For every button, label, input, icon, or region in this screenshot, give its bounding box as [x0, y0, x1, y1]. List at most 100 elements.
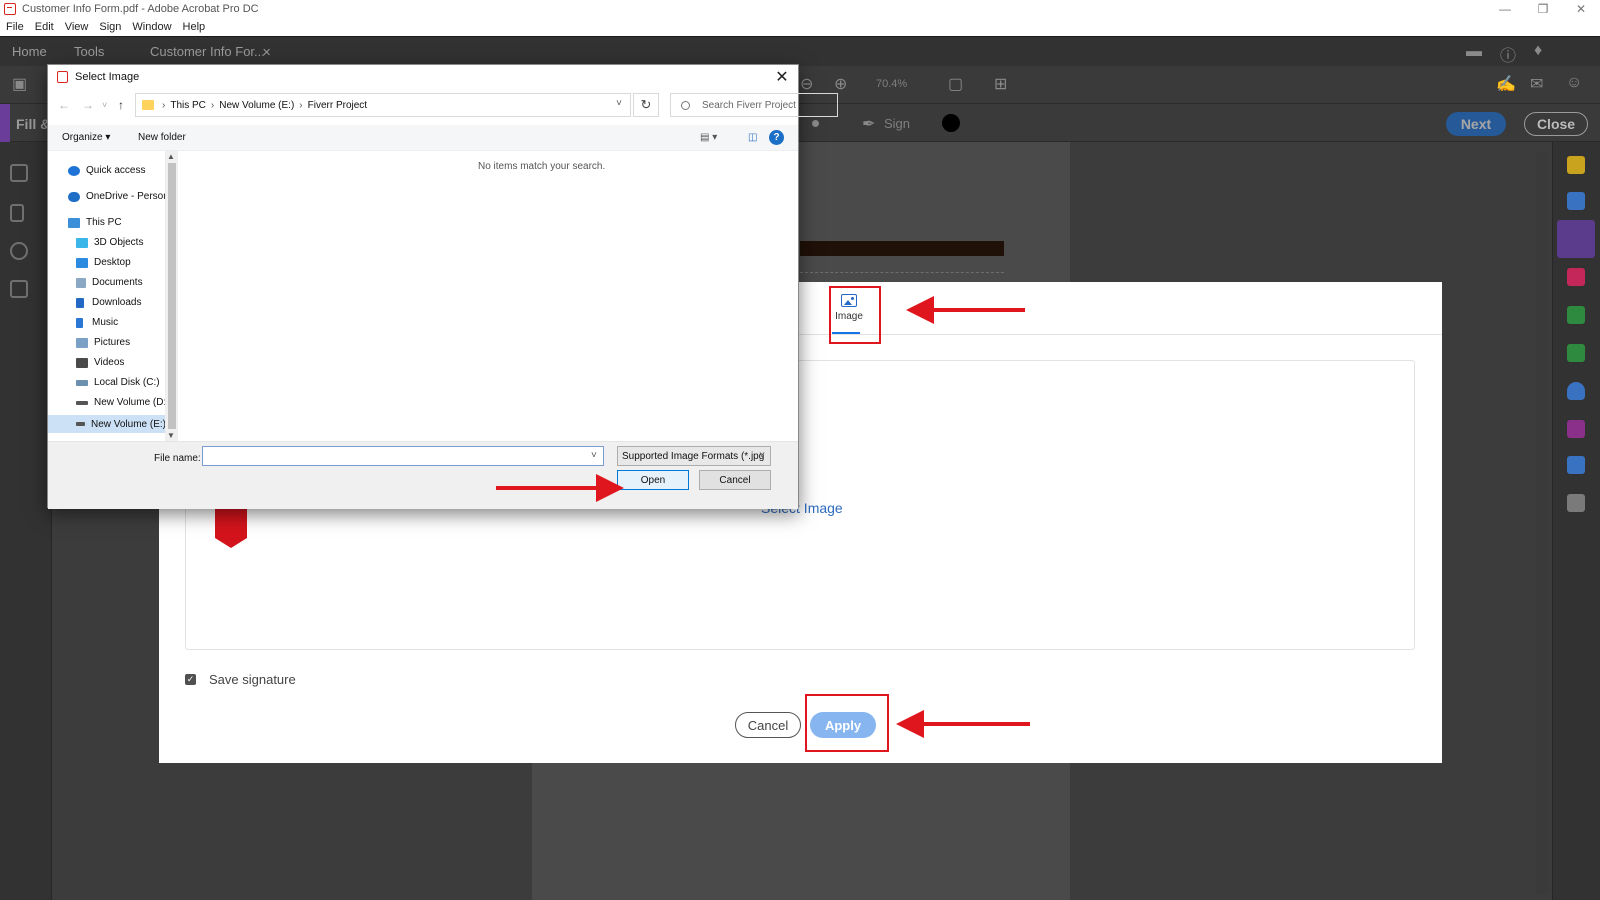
nav-desktop[interactable]: Desktop [76, 257, 131, 268]
file-name-input[interactable] [202, 446, 604, 466]
file-name-dropdown-icon[interactable]: ˅ [591, 450, 597, 461]
nav-quick-access[interactable]: Quick access [68, 165, 145, 176]
nav-onedrive[interactable]: OneDrive - Personal [68, 191, 165, 202]
fill-sign-tool-icon[interactable] [1557, 220, 1595, 258]
zoom-out-icon[interactable]: ⊖ [800, 74, 813, 94]
back-arrow-icon[interactable]: ← [58, 98, 70, 112]
recent-locations-icon[interactable]: ˅ [102, 100, 107, 110]
sign-tool-label[interactable]: Sign [884, 116, 910, 131]
up-arrow-icon[interactable]: ↑ [118, 98, 124, 112]
refresh-icon[interactable]: ↻ [633, 93, 659, 117]
bell-icon[interactable]: ♦ [1534, 42, 1542, 60]
music-icon [76, 317, 83, 328]
scroll-down-icon[interactable]: ▼ [167, 431, 175, 440]
right-tools-rail [1552, 142, 1600, 900]
signature-cancel-button[interactable]: Cancel [735, 712, 801, 738]
edit-pdf-icon[interactable] [1567, 192, 1585, 210]
restore-button[interactable]: ❐ [1524, 0, 1562, 18]
new-folder-button[interactable]: New folder [138, 132, 186, 143]
sign-toolbar-icon[interactable]: ✍ [1496, 74, 1516, 94]
minimize-button[interactable]: — [1486, 0, 1524, 18]
empty-results-message: No items match your search. [478, 161, 606, 172]
save-signature-row[interactable]: ✓ Save signature [185, 672, 296, 687]
acrobat-icon [57, 71, 68, 83]
breadcrumb-this-pc[interactable]: This PC [170, 100, 206, 111]
help-icon[interactable]: ⓘ [1500, 42, 1516, 66]
breadcrumb-fiverr-project[interactable]: Fiverr Project [308, 100, 367, 111]
file-type-value: Supported Image Formats (*.jpg [622, 450, 765, 462]
document-scrollbar[interactable] [1536, 152, 1548, 894]
tab-tools[interactable]: Tools [74, 44, 104, 59]
comment-icon[interactable]: ▬ [1466, 43, 1482, 61]
address-dropdown-icon[interactable]: ˅ [616, 98, 622, 109]
color-swatch[interactable] [942, 114, 960, 132]
organize-pages-icon[interactable] [1567, 344, 1585, 362]
pages-icon[interactable] [10, 164, 28, 182]
tab-document[interactable]: Customer Info For... [150, 44, 265, 59]
close-fill-sign-button[interactable]: Close [1524, 112, 1588, 136]
view-options-icon[interactable]: ▤ ▾ [700, 132, 717, 143]
chevron-down-icon: ˅ [759, 450, 765, 461]
nav-local-disk-c[interactable]: Local Disk (C:) [76, 377, 160, 388]
nav-downloads[interactable]: Downloads [76, 297, 141, 308]
save-icon[interactable]: ▣ [12, 74, 27, 94]
nav-music[interactable]: Music [76, 317, 118, 328]
menu-view[interactable]: View [65, 21, 89, 33]
page-fit-icon[interactable]: ▢ [948, 74, 963, 94]
save-signature-checkbox[interactable]: ✓ [185, 674, 196, 685]
file-dialog-footer: File name: ˅ Supported Image Formats (*.… [48, 441, 798, 509]
close-window-button[interactable]: ✕ [1562, 0, 1600, 18]
nav-new-volume-e[interactable]: New Volume (E:) [48, 415, 165, 433]
protect-icon[interactable] [1567, 382, 1585, 400]
menu-window[interactable]: Window [132, 21, 171, 33]
send-icon[interactable] [1567, 456, 1585, 474]
breadcrumb-new-volume-e[interactable]: New Volume (E:) [219, 100, 294, 111]
search-icon [681, 100, 690, 110]
tab-home[interactable]: Home [12, 44, 47, 59]
create-pdf-icon[interactable] [1567, 268, 1585, 286]
share-user-icon[interactable]: ☺ [1566, 74, 1582, 92]
comment-tool-icon[interactable] [1567, 156, 1585, 174]
small-dot-tool[interactable] [812, 120, 819, 127]
organize-button[interactable]: Organize ▾ [62, 132, 110, 143]
help-icon[interactable]: ? [769, 130, 784, 145]
menu-sign[interactable]: Sign [99, 21, 121, 33]
more-tools-icon[interactable] [1567, 494, 1585, 512]
nav-3d-objects[interactable]: 3D Objects [76, 237, 143, 248]
sign-pen-icon[interactable]: ✒ [862, 114, 875, 134]
drive-icon [76, 400, 88, 405]
next-button[interactable]: Next [1446, 112, 1506, 136]
file-cancel-button[interactable]: Cancel [699, 470, 771, 490]
menu-file[interactable]: File [6, 21, 24, 33]
attachment-icon[interactable] [10, 242, 28, 260]
address-bar[interactable]: › This PC › New Volume (E:) › Fiverr Pro… [135, 93, 631, 117]
menu-help[interactable]: Help [183, 21, 206, 33]
scroll-thumb[interactable] [168, 163, 176, 429]
drive-icon [76, 422, 85, 426]
forward-arrow-icon[interactable]: → [82, 98, 94, 112]
mail-icon[interactable]: ✉ [1530, 74, 1543, 94]
menu-bar: File Edit View Sign Window Help [0, 18, 1600, 36]
menu-edit[interactable]: Edit [35, 21, 54, 33]
open-button[interactable]: Open [617, 470, 689, 490]
zoom-level[interactable]: 70.4% [876, 78, 907, 90]
close-tab-icon[interactable]: ✕ [262, 46, 271, 59]
scroll-mode-icon[interactable]: ⊞ [994, 74, 1007, 94]
scroll-up-icon[interactable]: ▲ [167, 152, 175, 161]
zoom-in-icon[interactable]: ⊕ [834, 74, 847, 94]
nav-videos[interactable]: Videos [76, 357, 124, 368]
pc-icon [68, 217, 80, 228]
file-type-select[interactable]: Supported Image Formats (*.jpg ˅ [617, 446, 771, 466]
nav-this-pc[interactable]: This PC [68, 217, 122, 228]
nav-new-volume-d[interactable]: New Volume (D:) [76, 397, 165, 408]
nav-pictures[interactable]: Pictures [76, 337, 130, 348]
close-icon[interactable]: ✕ [772, 67, 792, 87]
combine-icon[interactable] [1567, 420, 1585, 438]
navigation-scrollbar[interactable]: ▲ ▼ [166, 151, 178, 441]
layers-icon[interactable] [10, 280, 28, 298]
export-pdf-icon[interactable] [1567, 306, 1585, 324]
nav-documents[interactable]: Documents [76, 277, 143, 288]
preview-pane-icon[interactable]: ◫ [748, 132, 757, 143]
bookmark-icon[interactable] [10, 204, 24, 222]
search-box[interactable]: Search Fiverr Project [670, 93, 838, 117]
